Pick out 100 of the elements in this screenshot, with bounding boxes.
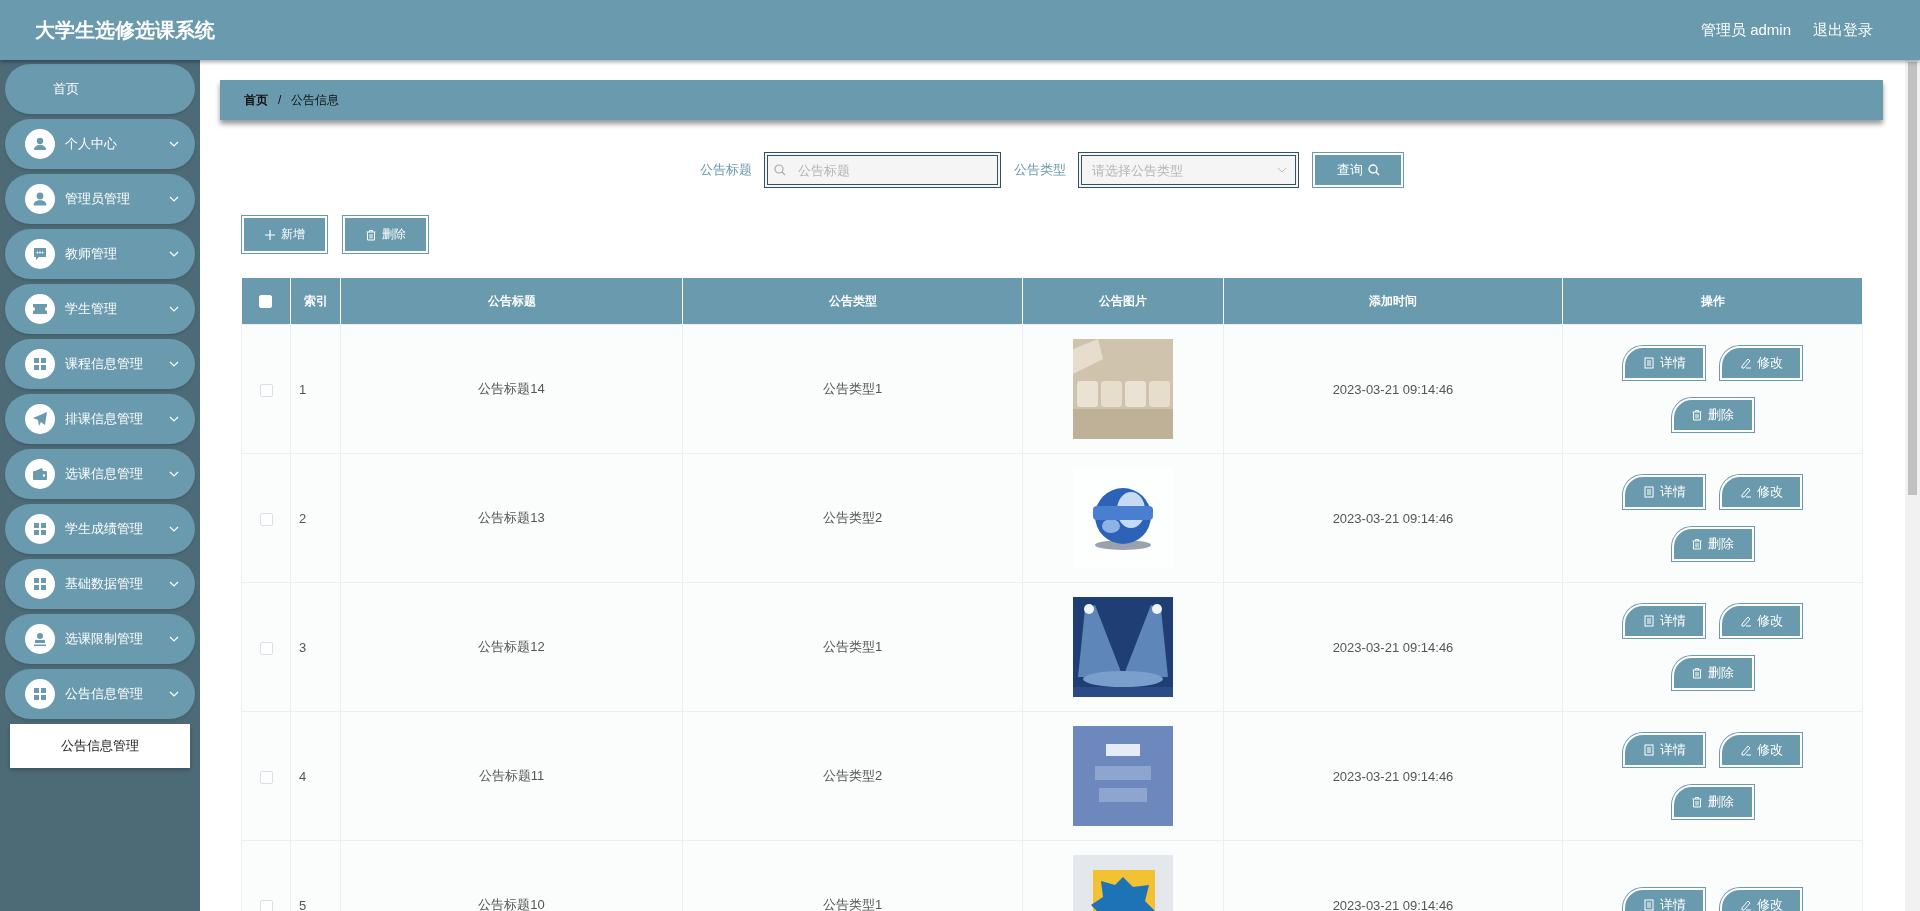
column-header: 索引	[290, 278, 341, 325]
grid-icon	[25, 679, 55, 709]
sidebar-item[interactable]: 学生管理	[5, 284, 195, 334]
document-icon	[1642, 744, 1655, 756]
wallet-icon	[25, 459, 55, 489]
column-header: 操作	[1562, 278, 1863, 325]
chevron-icon	[169, 471, 179, 477]
chevron-icon	[169, 196, 179, 202]
add-button[interactable]: 新增	[242, 216, 327, 253]
sidebar-item[interactable]: 选课限制管理	[5, 614, 195, 664]
document-icon	[1642, 899, 1655, 911]
sidebar-item[interactable]: 学生成绩管理	[5, 504, 195, 554]
select-all-checkbox[interactable]	[259, 295, 273, 309]
pencil-icon	[1739, 357, 1752, 369]
edit-button[interactable]: 修改	[1720, 604, 1802, 638]
document-icon	[1642, 357, 1655, 369]
user-icon	[25, 184, 55, 214]
chevron-icon	[169, 636, 179, 642]
edit-button[interactable]: 修改	[1720, 475, 1802, 509]
detail-button[interactable]: 详情	[1623, 475, 1705, 509]
select-field[interactable]: 请选择公告类型	[1078, 152, 1299, 188]
table-cell: 2023-03-21 09:14:46	[1223, 453, 1563, 583]
sidebar-item[interactable]: 教师管理	[5, 229, 195, 279]
delete-button[interactable]: 删除	[343, 216, 428, 253]
column-header: 添加时间	[1223, 278, 1563, 325]
delete-button[interactable]: 删除	[1671, 785, 1754, 819]
chevron-icon	[169, 526, 179, 532]
sidebar-item[interactable]: 课程信息管理	[5, 339, 195, 389]
chevron-icon	[169, 251, 179, 257]
pencil-icon	[1739, 486, 1752, 498]
row-checkbox[interactable]	[259, 899, 273, 911]
table-cell: 公告类型1	[682, 582, 1023, 712]
row-checkbox[interactable]	[259, 512, 273, 526]
trash-icon	[1691, 796, 1703, 808]
sidebar-item[interactable]: 选课信息管理	[5, 449, 195, 499]
delete-button[interactable]: 删除	[1671, 656, 1754, 690]
column-header: 公告标题	[340, 278, 683, 325]
grid-icon	[25, 514, 55, 544]
document-icon	[1642, 486, 1655, 498]
pencil-icon	[1739, 615, 1752, 627]
sidebar-item[interactable]: 公告信息管理	[5, 669, 195, 719]
row-checkbox[interactable]	[259, 770, 273, 784]
row-checkbox[interactable]	[259, 641, 273, 655]
search-field[interactable]: 公告标题	[764, 152, 1001, 188]
chevron-icon	[169, 361, 179, 367]
sidebar-item[interactable]: 管理员管理	[5, 174, 195, 224]
chevron-icon	[169, 306, 179, 312]
trash-icon	[365, 228, 377, 241]
table-cell: 公告标题11	[340, 711, 683, 841]
trash-icon	[1691, 409, 1703, 421]
sidebar-item[interactable]: 个人中心	[5, 119, 195, 169]
table-cell: 1	[290, 324, 341, 454]
table-cell: 公告标题10	[340, 840, 683, 911]
pencil-icon	[1739, 899, 1752, 911]
chevron-icon	[169, 581, 179, 587]
detail-button[interactable]: 详情	[1623, 346, 1705, 380]
user-icon	[25, 129, 55, 159]
sidebar-item[interactable]: 基础数据管理	[5, 559, 195, 609]
delete-button[interactable]: 删除	[1671, 398, 1754, 432]
breadcrumb-link[interactable]: 首页	[244, 91, 268, 109]
breadcrumb-separator: /	[278, 93, 282, 107]
pencil-icon	[1739, 744, 1752, 756]
sidebar-subitem[interactable]: 公告信息管理	[10, 724, 190, 768]
detail-button[interactable]: 详情	[1623, 604, 1705, 638]
edit-button[interactable]: 修改	[1720, 888, 1802, 911]
sidebar-item[interactable]: 排课信息管理	[5, 394, 195, 444]
delete-button[interactable]: 删除	[1671, 527, 1754, 561]
edit-button[interactable]: 修改	[1720, 346, 1802, 380]
sidebar-item[interactable]: 首页	[5, 64, 195, 114]
trash-icon	[1691, 667, 1703, 679]
chat-icon	[25, 239, 55, 269]
column-header: 公告类型	[682, 278, 1023, 325]
table-cell: 公告标题14	[340, 324, 683, 454]
ticket-icon	[25, 294, 55, 324]
table-cell: 2	[290, 453, 341, 583]
table-cell: 2023-03-21 09:14:46	[1223, 840, 1563, 911]
row-checkbox[interactable]	[259, 383, 273, 397]
user-name: 管理员 admin	[1700, 20, 1791, 40]
logout-link[interactable]: 退出登录	[1813, 20, 1873, 40]
table-cell: 公告类型1	[682, 840, 1023, 911]
table-cell: 5	[290, 840, 341, 911]
table-cell: 公告类型1	[682, 324, 1023, 454]
caret-icon	[1277, 167, 1287, 173]
table-cell: 2023-03-21 09:14:46	[1223, 582, 1563, 712]
trash-icon	[1691, 538, 1703, 550]
edit-button[interactable]: 修改	[1720, 733, 1802, 767]
search-button[interactable]: 查询	[1313, 153, 1403, 187]
table-cell: 公告类型2	[682, 453, 1023, 583]
document-icon	[1642, 615, 1655, 627]
paper-plane-icon	[25, 404, 55, 434]
detail-button[interactable]: 详情	[1623, 888, 1705, 911]
app-title: 大学生选修选课系统	[35, 17, 215, 43]
stamp-icon	[25, 624, 55, 654]
field-label: 公告标题	[700, 161, 752, 179]
detail-button[interactable]: 详情	[1623, 733, 1705, 767]
chevron-icon	[169, 416, 179, 422]
breadcrumb-current: 公告信息	[291, 91, 340, 109]
column-header: 公告图片	[1022, 278, 1224, 325]
plus-icon	[264, 228, 276, 241]
scrollbar[interactable]	[1905, 60, 1920, 911]
